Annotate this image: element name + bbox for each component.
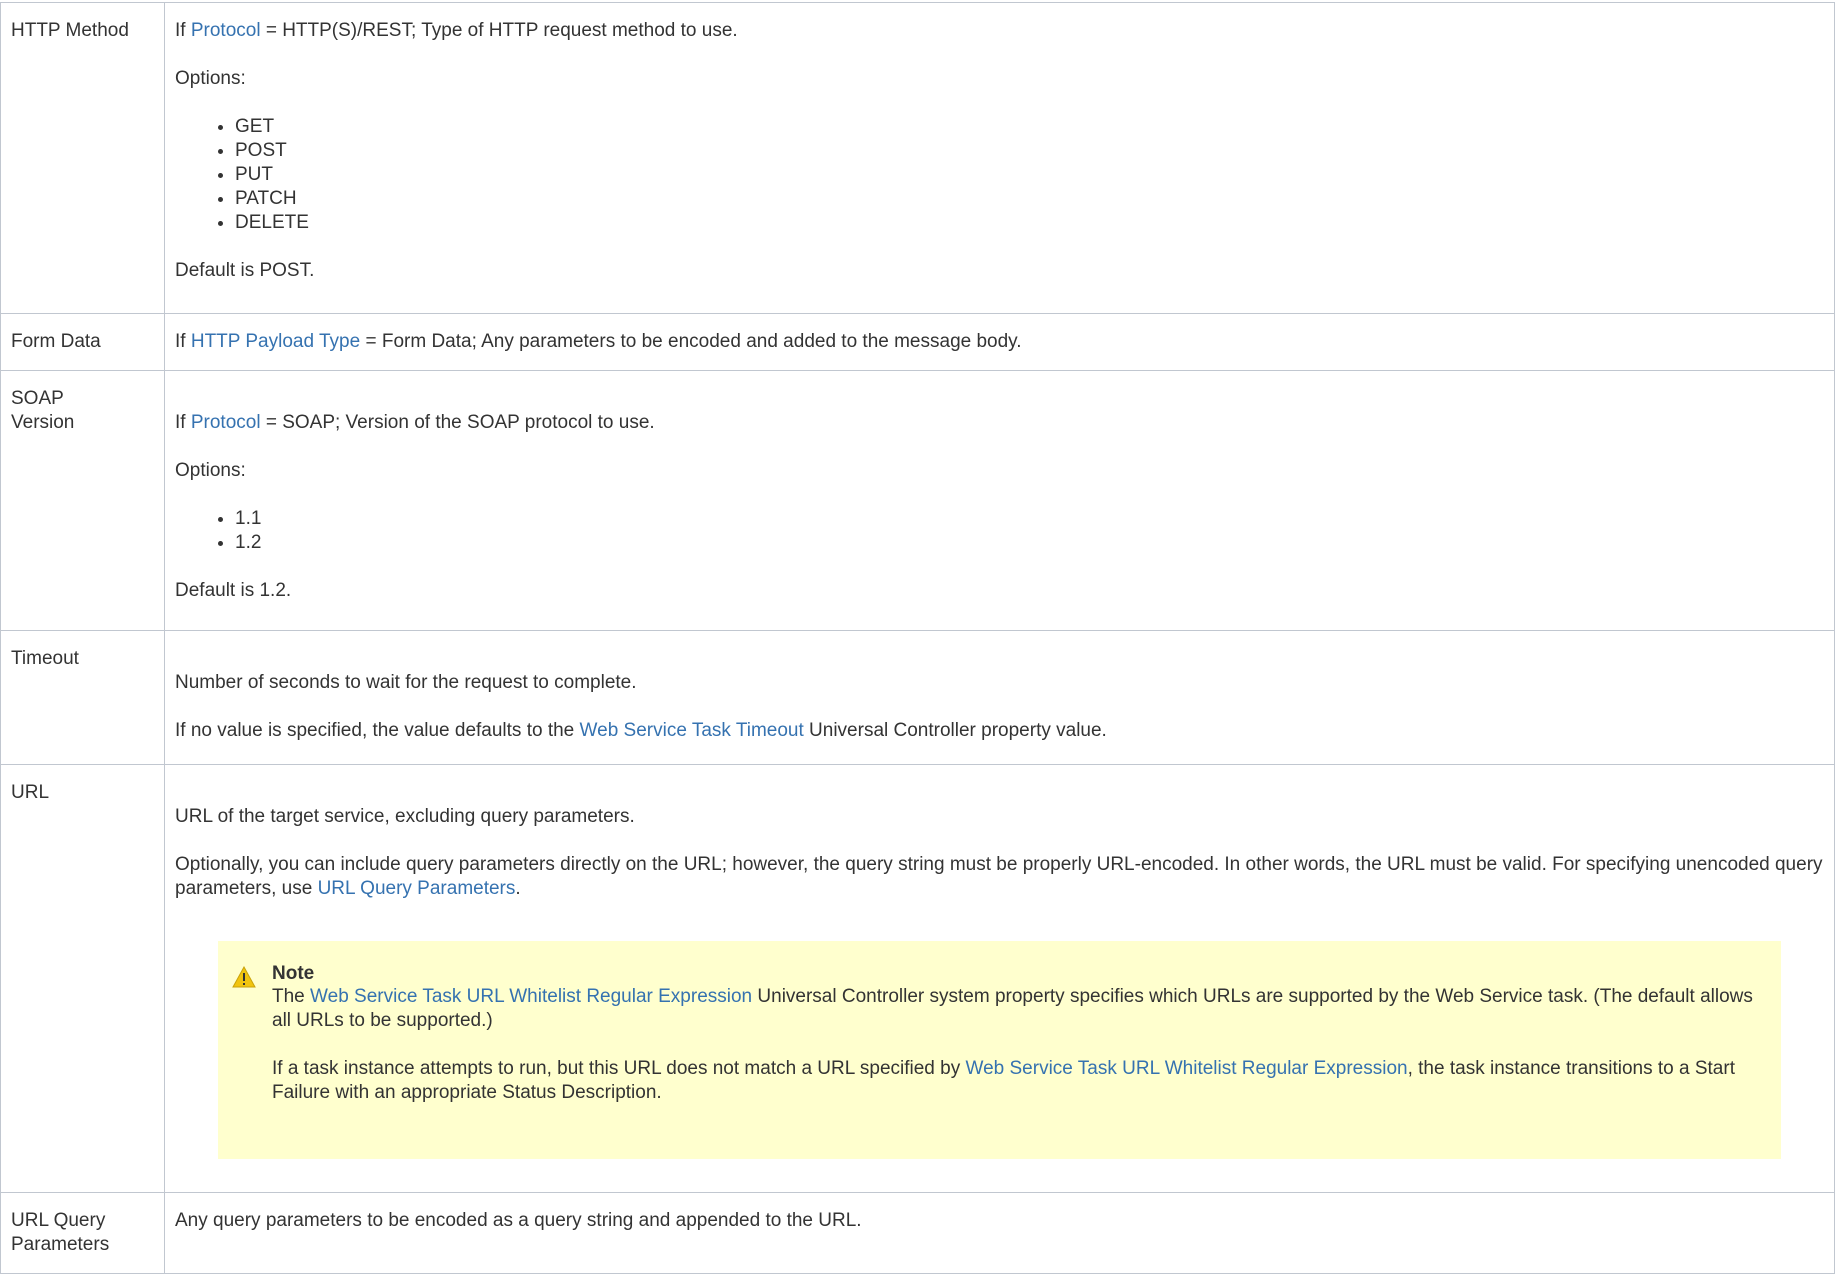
default-text: Default is 1.2. [175, 580, 292, 601]
note-paragraph: The Web Service Task URL Whitelist Regul… [272, 985, 1767, 1033]
note-paragraph: If a task instance attempts to run, but … [272, 1057, 1767, 1105]
text: Universal Controller property value. [803, 720, 1107, 741]
options-label: Options: [175, 68, 246, 89]
list-item: GET [235, 115, 1824, 139]
row-description: If Protocol = SOAP; Version of the SOAP … [164, 370, 1835, 631]
description-line: If HTTP Payload Type = Form Data; Any pa… [175, 330, 1824, 354]
row-description: URL of the target service, excluding que… [164, 764, 1835, 1193]
table-row-timeout: Timeout Number of seconds to wait for th… [0, 630, 1835, 765]
text: = Form Data; Any parameters to be encode… [360, 331, 1022, 352]
text: The [272, 986, 311, 1007]
url-query-parameters-link[interactable]: URL Query Parameters [318, 878, 516, 899]
row-label: URL Query Parameters [0, 1192, 165, 1274]
options-list: GET POST PUT PATCH DELETE [175, 115, 1824, 235]
table-row-form-data: Form Data If HTTP Payload Type = Form Da… [0, 313, 1835, 371]
label-line: Parameters [11, 1234, 110, 1255]
note-panel: Note The Web Service Task URL Whitelist … [218, 941, 1781, 1159]
list-item: 1.2 [235, 531, 1824, 555]
default-text: Default is POST. [175, 260, 315, 281]
list-item: DELETE [235, 211, 1824, 235]
row-description: Any query parameters to be encoded as a … [164, 1192, 1835, 1274]
description-line: If Protocol = HTTP(S)/REST; Type of HTTP… [175, 19, 1824, 43]
description-line: If Protocol = SOAP; Version of the SOAP … [175, 411, 1824, 435]
text: If no value is specified, the value defa… [175, 720, 580, 741]
label-line: URL Query [11, 1210, 106, 1231]
table-row-http-method: HTTP Method If Protocol = HTTP(S)/REST; … [0, 2, 1835, 314]
row-label: HTTP Method [0, 2, 165, 314]
row-label: Form Data [0, 313, 165, 371]
description-line: Optionally, you can include query parame… [175, 853, 1824, 901]
http-payload-type-link[interactable]: HTTP Payload Type [191, 331, 360, 352]
properties-table: HTTP Method If Protocol = HTTP(S)/REST; … [0, 2, 1835, 1274]
whitelist-regex-link[interactable]: Web Service Task URL Whitelist Regular E… [310, 986, 752, 1007]
row-description: If Protocol = HTTP(S)/REST; Type of HTTP… [164, 2, 1835, 314]
row-description: Number of seconds to wait for the reques… [164, 630, 1835, 765]
list-item: PUT [235, 163, 1824, 187]
description-line: Any query parameters to be encoded as a … [175, 1210, 862, 1231]
protocol-link[interactable]: Protocol [191, 20, 261, 41]
text: = HTTP(S)/REST; Type of HTTP request met… [260, 20, 738, 41]
description-line: Number of seconds to wait for the reques… [175, 672, 637, 693]
label-line: SOAP [11, 388, 64, 409]
text: If [175, 20, 191, 41]
row-label: SOAP Version [0, 370, 165, 631]
options-list: 1.1 1.2 [175, 507, 1824, 555]
list-item: 1.1 [235, 507, 1824, 531]
warning-icon [232, 966, 256, 988]
note-title: Note [272, 963, 315, 984]
table-row-url: URL URL of the target service, excluding… [0, 764, 1835, 1193]
description-line: If no value is specified, the value defa… [175, 719, 1824, 743]
description-line: URL of the target service, excluding que… [175, 806, 635, 827]
row-label: Timeout [0, 630, 165, 765]
list-item: PATCH [235, 187, 1824, 211]
list-item: POST [235, 139, 1824, 163]
row-label: URL [0, 764, 165, 1193]
text: . [515, 878, 521, 899]
text: If a task instance attempts to run, but … [272, 1058, 966, 1079]
row-description: If HTTP Payload Type = Form Data; Any pa… [164, 313, 1835, 371]
whitelist-regex-link[interactable]: Web Service Task URL Whitelist Regular E… [966, 1058, 1408, 1079]
label-line: Version [11, 412, 75, 433]
table-row-soap-version: SOAP Version If Protocol = SOAP; Version… [0, 370, 1835, 631]
table-row-url-query-parameters: URL Query Parameters Any query parameter… [0, 1192, 1835, 1274]
text: If [175, 331, 191, 352]
protocol-link[interactable]: Protocol [191, 412, 261, 433]
text: = SOAP; Version of the SOAP protocol to … [260, 412, 655, 433]
text: If [175, 412, 191, 433]
options-label: Options: [175, 460, 246, 481]
web-service-task-timeout-link[interactable]: Web Service Task Timeout [580, 720, 804, 741]
